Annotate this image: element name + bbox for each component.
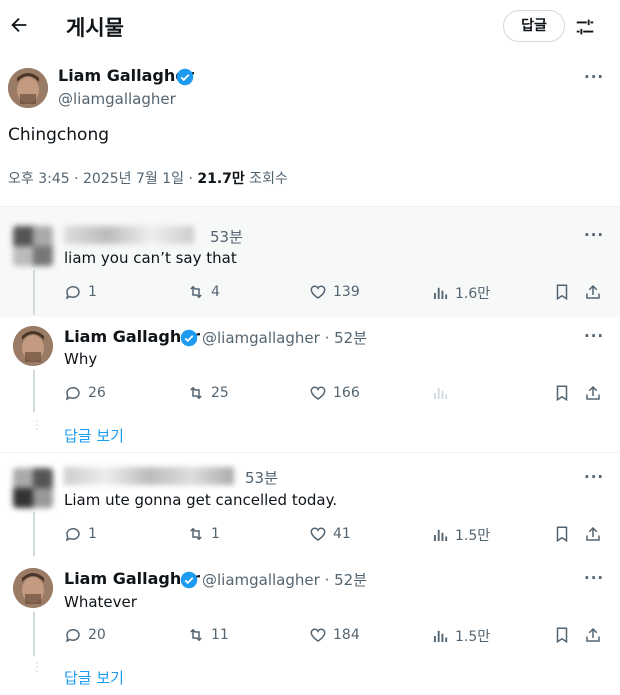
filter-settings-icon[interactable] — [574, 16, 596, 38]
blurred-username — [64, 226, 194, 244]
bookmark-icon[interactable] — [553, 626, 571, 644]
views-count: 1.5만 — [455, 528, 491, 544]
page-title: 게시물 — [66, 16, 124, 40]
back-arrow-icon[interactable] — [8, 14, 30, 36]
retweet-count: 11 — [211, 627, 229, 643]
reply-text: Why — [64, 350, 98, 368]
thread-line — [33, 370, 35, 412]
post-time: 오후 3:45 — [8, 171, 70, 187]
like-button[interactable]: 166 — [309, 384, 360, 402]
like-button[interactable]: 139 — [309, 283, 360, 301]
author-handle[interactable]: @liamgallagher — [58, 90, 176, 108]
views-button[interactable]: 1.5만 — [431, 626, 490, 646]
share-icon[interactable] — [584, 525, 602, 543]
retweet-button[interactable]: 25 — [187, 384, 229, 402]
author-handle[interactable]: @liamgallagher · 52분 — [202, 569, 367, 590]
views-button[interactable]: 1.6만 — [431, 283, 490, 303]
author-handle[interactable]: @liamgallagher · 52분 — [202, 327, 367, 348]
reply-text: Liam ute gonna get cancelled today. — [64, 491, 338, 509]
show-replies-link[interactable]: 답글 보기 — [64, 667, 124, 688]
share-icon[interactable] — [584, 283, 602, 301]
thread-line — [33, 270, 35, 315]
retweet-count: 4 — [211, 284, 220, 300]
retweet-count: 25 — [211, 385, 229, 401]
avatar[interactable] — [13, 568, 53, 608]
verified-badge-icon — [180, 329, 198, 351]
views-count: 21.7만 — [197, 171, 245, 187]
avatar[interactable] — [13, 326, 53, 366]
like-button[interactable]: 41 — [309, 525, 351, 543]
comment-count: 1 — [88, 284, 97, 300]
more-options-icon[interactable]: ··· — [584, 68, 604, 86]
bookmark-icon[interactable] — [553, 384, 571, 402]
reply-text: liam you can’t say that — [64, 249, 237, 267]
post-text: Chingchong — [8, 125, 110, 145]
comment-count: 20 — [88, 627, 106, 643]
post-meta: 오후 3:45 · 2025년 7월 1일 · 21.7만 조회수 — [8, 171, 288, 187]
blurred-username — [64, 467, 234, 485]
reply-time[interactable]: 53분 — [210, 226, 243, 247]
avatar[interactable] — [8, 68, 48, 108]
thread-line — [33, 612, 35, 656]
more-options-icon[interactable]: ··· — [584, 468, 604, 486]
share-icon[interactable] — [584, 626, 602, 644]
thread-dots-icon: ⋮ — [31, 418, 43, 432]
show-replies-link[interactable]: 답글 보기 — [64, 425, 124, 446]
avatar[interactable] — [13, 226, 53, 266]
thread-line — [33, 512, 35, 556]
comment-button[interactable]: 1 — [64, 283, 97, 301]
reply-text: Whatever — [64, 593, 137, 611]
author-name[interactable]: Liam Gallagher — [58, 66, 194, 85]
more-options-icon[interactable]: ··· — [584, 327, 604, 345]
like-count: 139 — [333, 284, 360, 300]
views-label: 조회수 — [249, 171, 288, 187]
retweet-button[interactable]: 4 — [187, 283, 220, 301]
reply-time[interactable]: 53분 — [245, 467, 278, 488]
more-options-icon[interactable]: ··· — [584, 226, 604, 244]
views-count: 1.5만 — [455, 629, 491, 645]
views-count: 1.6만 — [455, 286, 491, 302]
views-button[interactable]: 1.5만 — [431, 525, 490, 545]
reply-button[interactable]: 답글 — [503, 10, 565, 42]
comment-button[interactable]: 20 — [64, 626, 106, 644]
retweet-button[interactable]: 11 — [187, 626, 229, 644]
like-count: 41 — [333, 526, 351, 542]
divider — [0, 452, 620, 453]
comment-count: 26 — [88, 385, 106, 401]
bookmark-icon[interactable] — [553, 283, 571, 301]
comment-count: 1 — [88, 526, 97, 542]
comment-button[interactable]: 1 — [64, 525, 97, 543]
retweet-button[interactable]: 1 — [187, 525, 220, 543]
comment-button[interactable]: 26 — [64, 384, 106, 402]
like-count: 184 — [333, 627, 360, 643]
like-count: 166 — [333, 385, 360, 401]
post-date[interactable]: 2025년 7월 1일 — [83, 171, 184, 187]
like-button[interactable]: 184 — [309, 626, 360, 644]
views-button[interactable] — [431, 384, 455, 402]
thread-dots-icon: ⋮ — [31, 660, 43, 674]
bookmark-icon[interactable] — [553, 525, 571, 543]
more-options-icon[interactable]: ··· — [584, 569, 604, 587]
verified-badge-icon — [180, 571, 198, 593]
retweet-count: 1 — [211, 526, 220, 542]
avatar[interactable] — [13, 468, 53, 508]
verified-badge-icon — [176, 68, 194, 90]
share-icon[interactable] — [584, 384, 602, 402]
